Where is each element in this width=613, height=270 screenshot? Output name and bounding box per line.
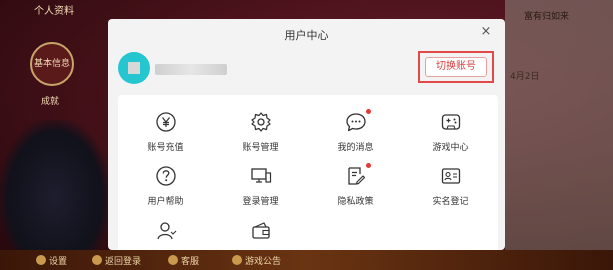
grid-item-label: 账号管理 — [242, 143, 279, 153]
back-to-login-button[interactable]: 返回登录 — [92, 254, 141, 267]
grid-item-real-name-registration[interactable]: 实名登记 — [403, 165, 498, 207]
basic-info-badge[interactable]: 基本信息 — [30, 42, 74, 86]
help-icon — [155, 165, 177, 187]
announcement-label: 游戏公告 — [245, 257, 282, 267]
user-center-modal: 用户中心 × 切换账号 账号充值 账号管理 我的消息 游戏中心 用户帮助 登录管… — [108, 19, 505, 250]
grid-item-label: 隐私政策 — [337, 197, 374, 207]
function-grid: 账号充值 账号管理 我的消息 游戏中心 用户帮助 登录管理 隐私政策 实名登记 — [118, 95, 498, 250]
back-to-login-label: 返回登录 — [105, 257, 142, 267]
notification-dot — [365, 109, 371, 114]
gear-icon — [250, 111, 272, 133]
avatar-placeholder — [128, 62, 140, 74]
grid-item-game-center[interactable]: 游戏中心 — [403, 111, 498, 153]
user-icon — [155, 219, 177, 241]
grid-item-label: 用户帮助 — [147, 197, 184, 207]
announcement-button[interactable]: 游戏公告 — [232, 254, 281, 267]
gamepad-icon — [440, 111, 462, 133]
grid-item-account-management[interactable]: 账号管理 — [213, 111, 308, 153]
grid-item-wallet[interactable] — [213, 219, 308, 241]
background-page-title: 个人资料 — [34, 6, 74, 17]
switch-account-highlight: 切换账号 — [418, 51, 494, 83]
grid-item-user[interactable] — [118, 219, 213, 241]
grid-item-label: 账号充值 — [147, 143, 184, 153]
grid-item-label: 游戏中心 — [432, 143, 469, 153]
achievement-badge[interactable]: 成就 — [30, 82, 70, 122]
grid-item-user-help[interactable]: 用户帮助 — [118, 165, 213, 207]
grid-item-label: 实名登记 — [432, 197, 469, 207]
yen-icon — [155, 111, 177, 133]
modal-title: 用户中心 — [284, 29, 329, 42]
background-right-label: 富有归如来 — [524, 12, 570, 22]
grid-item-login-management[interactable]: 登录管理 — [213, 165, 308, 207]
customer-service-button[interactable]: 客服 — [168, 254, 199, 267]
switch-account-button[interactable]: 切换账号 — [425, 57, 487, 77]
grid-item-privacy-policy[interactable]: 隐私政策 — [308, 163, 403, 207]
avatar — [118, 52, 150, 84]
message-icon — [345, 109, 371, 133]
customer-service-label: 客服 — [181, 257, 200, 267]
username-blurred — [155, 64, 227, 75]
settings-button[interactable]: 设置 — [36, 254, 67, 267]
id-card-icon — [440, 165, 462, 187]
announcement-icon — [232, 255, 242, 265]
wallet-icon — [250, 219, 272, 241]
background-date-label: 4月2日 — [510, 72, 540, 82]
back-icon — [92, 255, 102, 265]
settings-label: 设置 — [49, 257, 68, 267]
service-icon — [168, 255, 178, 265]
grid-item-recharge[interactable]: 账号充值 — [118, 111, 213, 153]
grid-item-messages[interactable]: 我的消息 — [308, 109, 403, 153]
grid-item-label: 我的消息 — [337, 143, 374, 153]
notification-dot — [365, 163, 371, 168]
grid-item-label: 登录管理 — [242, 197, 279, 207]
close-button[interactable]: × — [479, 25, 493, 39]
privacy-document-icon — [345, 163, 371, 187]
settings-icon — [36, 255, 46, 265]
devices-icon — [250, 165, 272, 187]
